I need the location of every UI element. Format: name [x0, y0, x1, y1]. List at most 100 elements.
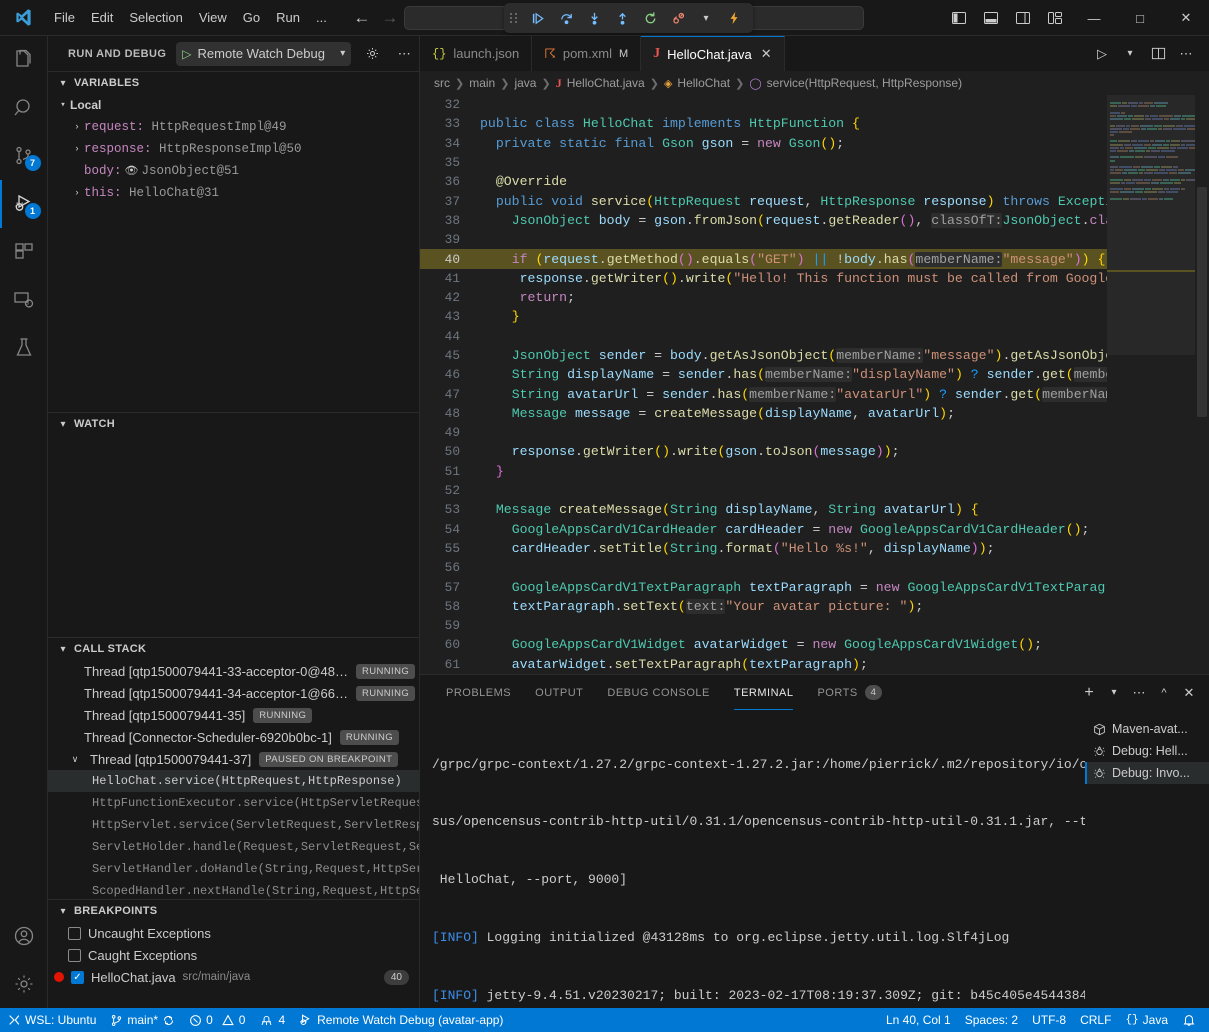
call-stack-frame-row[interactable]: ServletHolder.handle(Request,ServletRequ… — [48, 836, 419, 858]
variables-scope-local[interactable]: ▾ Local — [48, 94, 419, 116]
call-stack-frame-row[interactable]: HelloChat.service(HttpRequest,HttpRespon… — [48, 770, 419, 792]
line-text[interactable]: } — [472, 309, 1107, 324]
call-stack-frame-row[interactable]: ServletHandler.doHandle(String,Request,H… — [48, 858, 419, 880]
chevron-right-icon[interactable]: › — [70, 122, 84, 132]
eye-icon[interactable]: 👁 — [125, 164, 139, 178]
line-text[interactable]: String displayName = sender.has(memberNa… — [472, 367, 1107, 382]
close-icon[interactable]: ✕ — [1177, 681, 1201, 705]
breakpoint-checkbox[interactable] — [68, 927, 81, 940]
menu-selection[interactable]: Selection — [121, 0, 190, 35]
call-stack-thread-row[interactable]: Thread [qtp1500079441-35] RUNNING — [48, 704, 419, 726]
breakpoints-section-header[interactable]: ▾ BREAKPOINTS — [48, 900, 419, 922]
terminal-list-item-debug-invoker[interactable]: Debug: Invo... — [1085, 762, 1209, 784]
line-text[interactable] — [472, 618, 1107, 633]
line-text[interactable]: public class HelloChat implements HttpFu… — [472, 116, 1107, 131]
line-text[interactable]: Message message = createMessage(displayN… — [472, 406, 1107, 421]
arrow-right-icon[interactable]: → — [377, 5, 403, 31]
status-remote-host[interactable]: WSL: Ubuntu — [0, 1008, 103, 1032]
line-text[interactable]: response.getWriter().write("Hello! This … — [472, 271, 1107, 286]
editor-tab-launch-json[interactable]: {} launch.json — [420, 36, 532, 71]
panel-tab-terminal[interactable]: TERMINAL — [722, 675, 806, 710]
line-text[interactable]: public void service(HttpRequest request,… — [472, 194, 1107, 209]
call-stack-thread-row[interactable]: Thread [qtp1500079441-33-acceptor-0@48… … — [48, 660, 419, 682]
chevron-down-icon[interactable]: ▾ — [56, 419, 70, 430]
line-text[interactable] — [472, 329, 1107, 344]
line-text[interactable] — [472, 155, 1107, 170]
status-debug-session[interactable]: Remote Watch Debug (avatar-app) — [292, 1008, 510, 1032]
line-text[interactable]: textParagraph.setText(text:"Your avatar … — [472, 599, 1107, 614]
close-icon[interactable]: ✕ — [761, 46, 772, 62]
activitybar-item-manage[interactable] — [0, 960, 48, 1008]
step-out-icon[interactable] — [609, 6, 635, 30]
breadcrumb-item-file[interactable]: HelloChat.java — [567, 76, 645, 90]
status-encoding[interactable]: UTF-8 — [1025, 1008, 1073, 1032]
editor-scrollbar[interactable] — [1195, 95, 1209, 674]
layout-sidebar-left-icon[interactable] — [943, 0, 975, 36]
scrollbar-thumb[interactable] — [1197, 187, 1207, 417]
code-lines[interactable]: 32 33public class HelloChat implements H… — [420, 95, 1107, 674]
arrow-left-icon[interactable]: ← — [349, 5, 375, 31]
status-notifications[interactable] — [1175, 1008, 1203, 1032]
line-text[interactable]: JsonObject sender = body.getAsJsonObject… — [472, 348, 1107, 363]
line-text[interactable]: GoogleAppsCardV1TextParagraph textParagr… — [472, 580, 1107, 595]
status-language-mode[interactable]: {} Java — [1118, 1008, 1175, 1032]
line-text[interactable] — [472, 232, 1107, 247]
open-launch-json-button[interactable] — [361, 43, 383, 65]
variables-section-header[interactable]: ▾ VARIABLES — [48, 72, 419, 94]
minimap-slider[interactable] — [1107, 95, 1195, 355]
chevron-down-icon[interactable]: ▾ — [56, 644, 70, 655]
breadcrumb-item-class[interactable]: HelloChat — [677, 76, 730, 90]
line-text[interactable]: JsonObject body = gson.fromJson(request.… — [472, 213, 1107, 228]
close-button[interactable]: ✕ — [1163, 0, 1209, 36]
status-problems[interactable]: 0 0 — [182, 1008, 252, 1032]
breadcrumb-item-java[interactable]: java — [514, 76, 536, 90]
breadcrumb-item-main[interactable]: main — [469, 76, 495, 90]
step-over-icon[interactable] — [553, 6, 579, 30]
line-text[interactable]: response.getWriter().write(gson.toJson(m… — [472, 444, 1107, 459]
chevron-right-icon[interactable]: › — [70, 144, 84, 154]
menu-view[interactable]: View — [191, 0, 235, 35]
line-text[interactable]: cardHeader.setTitle(String.format("Hello… — [472, 541, 1107, 556]
line-text[interactable] — [472, 425, 1107, 440]
activitybar-item-explorer[interactable] — [0, 36, 48, 84]
breakpoint-checkbox[interactable]: ✓ — [71, 971, 84, 984]
menu-run[interactable]: Run — [268, 0, 308, 35]
watch-section-header[interactable]: ▾ WATCH — [48, 413, 419, 435]
ellipsis-icon[interactable]: ⋯ — [1173, 41, 1199, 67]
call-stack-thread-row[interactable]: Thread [qtp1500079441-34-acceptor-1@66… … — [48, 682, 419, 704]
call-stack-frame-row[interactable]: HttpServlet.service(ServletRequest,Servl… — [48, 814, 419, 836]
breadcrumb-item-src[interactable]: src — [434, 76, 450, 90]
drag-handle-icon[interactable] — [510, 10, 520, 26]
line-text[interactable]: @Override — [472, 174, 1107, 189]
plus-icon[interactable]: + — [1077, 681, 1101, 705]
variable-row[interactable]: body: 👁 JsonObject@51 — [48, 160, 419, 182]
call-stack-frame-row[interactable]: HttpFunctionExecutor.service(HttpServlet… — [48, 792, 419, 814]
editor-tab-hellochat-java[interactable]: J HelloChat.java ✕ — [641, 36, 784, 71]
chevron-down-icon[interactable]: ▾ — [56, 906, 70, 917]
chevron-down-icon[interactable]: ▾ — [693, 6, 719, 30]
terminal-list-item-maven[interactable]: Maven-avat... — [1085, 718, 1209, 740]
line-text[interactable]: GoogleAppsCardV1CardHeader cardHeader = … — [472, 522, 1107, 537]
call-stack-frame-row[interactable]: ScopedHandler.nextHandle(String,Request,… — [48, 880, 419, 899]
variable-row[interactable]: › response: HttpResponseImpl@50 — [48, 138, 419, 160]
menu-file[interactable]: File — [46, 0, 83, 35]
status-ports[interactable]: 4 — [252, 1008, 292, 1032]
terminal-output[interactable]: /grpc/grpc-context/1.27.2/grpc-context-1… — [420, 710, 1085, 1008]
debug-configuration-select[interactable]: ▷ Remote Watch Debug ▾ — [176, 42, 351, 66]
code-line-current[interactable]: 40 if (request.getMethod().equals("GET")… — [420, 249, 1107, 268]
line-text[interactable]: String avatarUrl = sender.has(memberName… — [472, 387, 1107, 402]
editor-tab-pom-xml[interactable]: ☈ pom.xml M — [532, 36, 641, 71]
activitybar-item-extensions[interactable] — [0, 228, 48, 276]
line-text[interactable]: return; — [472, 290, 1107, 305]
activitybar-item-testing[interactable] — [0, 324, 48, 372]
ellipsis-icon[interactable]: ⋯ — [1127, 681, 1151, 705]
restart-icon[interactable] — [637, 6, 663, 30]
lightning-icon[interactable] — [721, 6, 747, 30]
call-stack-section-header[interactable]: ▾ CALL STACK — [48, 638, 419, 660]
chevron-down-icon[interactable]: ▾ — [1117, 41, 1143, 67]
status-line-column[interactable]: Ln 40, Col 1 — [879, 1008, 958, 1032]
chevron-down-icon[interactable]: ▾ — [340, 48, 345, 59]
layout-sidebar-right-icon[interactable] — [1007, 0, 1039, 36]
call-stack-thread-row-paused[interactable]: ∨ Thread [qtp1500079441-37] PAUSED ON BR… — [48, 748, 419, 770]
line-text[interactable]: private static final Gson gson = new Gso… — [472, 136, 1107, 151]
